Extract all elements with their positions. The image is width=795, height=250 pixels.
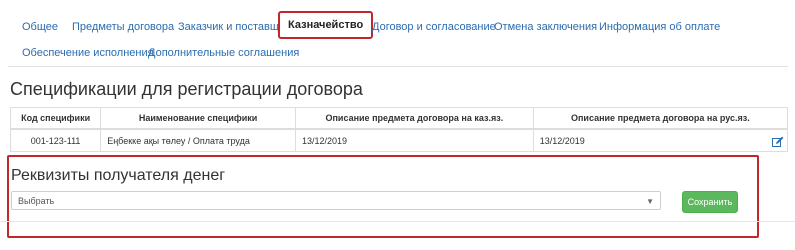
column-header-desc-kz: Описание предмета договора на каз.яз.: [294, 107, 534, 130]
tab-contract-approval[interactable]: Договор и согласование: [372, 20, 496, 34]
tab-contract-items[interactable]: Предметы договора: [72, 20, 174, 34]
table-header-row: Код специфики Наименование специфики Опи…: [9, 107, 789, 130]
recipient-title: Реквизиты получателя денег: [11, 167, 226, 184]
tab-general[interactable]: Общее: [22, 20, 58, 34]
bottom-divider: [0, 221, 795, 222]
cell-desc-ru: 13/12/2019: [532, 128, 789, 152]
column-header-code: Код специфики: [9, 107, 102, 130]
tab-cancel-conclusion[interactable]: Отмена заключения: [494, 20, 597, 34]
edit-icon[interactable]: [772, 135, 784, 153]
tab-treasury[interactable]: Казначейство: [278, 11, 374, 39]
tab-customer-supplier[interactable]: Заказчик и поставщик: [178, 20, 290, 34]
tab-additional-agreements[interactable]: Дополнительные соглашения: [148, 46, 299, 60]
save-button[interactable]: Сохранить: [682, 191, 738, 213]
specs-table: Код специфики Наименование специфики Опи…: [9, 107, 789, 152]
cell-code: 001-123-111: [9, 128, 102, 152]
tab-divider: [8, 66, 788, 67]
dropdown-arrow-icon: ▼: [646, 197, 654, 206]
column-header-name: Наименование специфики: [100, 107, 296, 130]
recipient-select-value: Выбрать: [18, 196, 55, 206]
cell-desc-kz: 13/12/2019: [294, 128, 534, 152]
tab-performance-security[interactable]: Обеспечение исполнения: [22, 46, 154, 60]
column-header-desc-ru: Описание предмета договора на рус.яз.: [532, 107, 789, 130]
tab-payment-info[interactable]: Информация об оплате: [599, 20, 720, 34]
table-row: 001-123-111 Еңбекке ақы төлеу / Оплата т…: [9, 128, 789, 152]
cell-name: Еңбекке ақы төлеу / Оплата труда: [100, 128, 296, 152]
specs-title: Спецификации для регистрации договора: [10, 79, 363, 99]
recipient-select[interactable]: Выбрать ▼: [11, 191, 661, 210]
